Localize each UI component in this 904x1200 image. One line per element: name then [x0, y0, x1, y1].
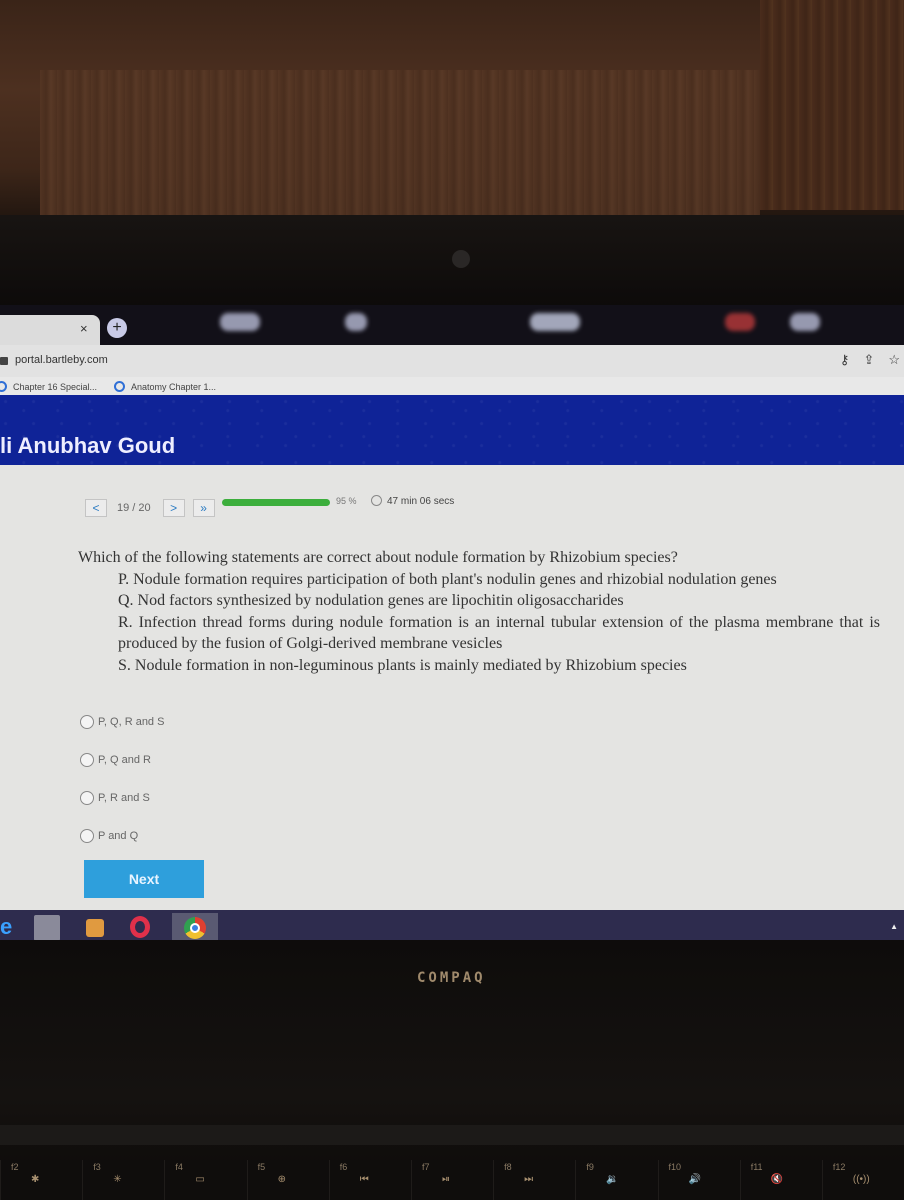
clock-icon: [371, 495, 382, 506]
option-label: P, Q, R and S: [98, 716, 165, 728]
web-icon: ⊕: [277, 1174, 286, 1185]
share-icon[interactable]: ⇪: [863, 352, 874, 368]
opera-icon[interactable]: [130, 916, 150, 938]
f11-key[interactable]: f11 🔇: [739, 1160, 822, 1200]
statement-q: Q. Nod factors synthesized by nodulation…: [118, 592, 624, 609]
function-key-row: f2 ✱ f3 ✳ f4 ▭ f5 ⊕ f6 ⏮ f7 ⏯ f8 ⏭ f9 🔉 f10 🔊 f11…: [0, 1160, 904, 1200]
f2-key[interactable]: f2 ✱: [0, 1160, 83, 1200]
option-item[interactable]: P, R and S: [80, 779, 164, 817]
f12-key[interactable]: f12 ((•)): [821, 1160, 904, 1200]
statement-s: S. Nodule formation in non-leguminous pl…: [118, 656, 687, 674]
f7-key[interactable]: f7 ⏯: [410, 1160, 494, 1200]
brand-logo: COMPAQ: [417, 970, 486, 986]
radio-button[interactable]: [80, 715, 94, 729]
progress-percent: 95 %: [336, 496, 357, 506]
option-label: P, R and S: [98, 792, 150, 804]
radio-button[interactable]: [80, 829, 94, 843]
last-question-button[interactable]: »: [192, 499, 215, 517]
volume-up-icon: 🔊: [688, 1174, 701, 1185]
mute-icon: 🔇: [770, 1174, 784, 1185]
user-name: li Anubhav Goud: [0, 433, 176, 458]
wireless-icon: ((•)): [852, 1174, 870, 1185]
f8-key[interactable]: f8 ⏭: [493, 1160, 576, 1200]
f5-key[interactable]: f5 ⊕: [246, 1160, 329, 1200]
quizlet-icon: [0, 381, 7, 392]
next-button[interactable]: Next: [84, 860, 204, 898]
option-label: P, Q and R: [98, 754, 151, 766]
f6-key[interactable]: f6 ⏮: [328, 1160, 411, 1200]
tab-strip: × +: [0, 305, 904, 345]
laptop-base: COMPAQ f2 ✱ f3 ✳ f4 ▭ f5 ⊕ f6 ⏮ f7 ⏯ f8 ⏭ f9 🔉 f…: [0, 940, 904, 1200]
keyboard-edge: [0, 1125, 904, 1145]
chrome-icon[interactable]: [172, 913, 218, 943]
timer: 47 min 06 secs: [387, 496, 455, 507]
f4-key[interactable]: f4 ▭: [164, 1160, 247, 1200]
bookmark-label: Chapter 16 Special...: [13, 381, 98, 392]
option-item[interactable]: P and Q: [80, 817, 164, 855]
tray-chevron-icon[interactable]: ▲: [890, 922, 898, 931]
f9-key[interactable]: f9 🔉: [575, 1160, 658, 1200]
brightness-down-icon: ✱: [31, 1174, 40, 1185]
display-switch-icon: ▭: [195, 1174, 205, 1185]
laptop-screen: × + portal.bartleby.com ⚷ ⇪ ☆ Chapter 16…: [0, 305, 904, 945]
play-pause-icon: ⏯: [441, 1174, 450, 1185]
new-tab-button[interactable]: +: [107, 318, 127, 338]
blurred-tab: [725, 313, 755, 331]
quiz-content: < 19 / 20 > » 95 % 47 min 06 secs Which …: [0, 465, 904, 910]
wood-panel: [40, 70, 760, 220]
chrome-logo-center: [190, 923, 200, 933]
webcam: [452, 250, 470, 268]
blurred-tab: [530, 313, 580, 331]
option-item[interactable]: P, Q, R and S: [80, 703, 164, 741]
radio-button[interactable]: [80, 791, 94, 805]
statement-p: P. Nodule formation requires participati…: [118, 570, 777, 588]
lock-icon: [0, 357, 8, 365]
ie-icon[interactable]: e: [0, 915, 12, 941]
next-track-icon: ⏭: [524, 1174, 534, 1185]
statement-r: R. Infection thread forms during nodule …: [118, 613, 880, 653]
url-text[interactable]: portal.bartleby.com: [15, 354, 108, 366]
address-bar[interactable]: portal.bartleby.com ⚷ ⇪ ☆: [0, 345, 904, 377]
blurred-tab: [790, 313, 820, 331]
star-icon[interactable]: ☆: [888, 352, 900, 368]
question-navigation: < 19 / 20 > »: [85, 499, 215, 517]
photo: × + portal.bartleby.com ⚷ ⇪ ☆ Chapter 16…: [0, 0, 904, 1200]
volume-down-icon: 🔉: [606, 1174, 619, 1185]
header-banner: li Anubhav Goud: [0, 395, 904, 465]
question-counter: 19 / 20: [117, 502, 151, 514]
next-question-button[interactable]: >: [162, 499, 185, 517]
tab-close-icon[interactable]: ×: [80, 321, 88, 336]
previous-track-icon: ⏮: [359, 1174, 369, 1185]
media-player-icon[interactable]: [86, 919, 104, 937]
background-wall: [0, 0, 904, 225]
option-item[interactable]: P, Q and R: [80, 741, 164, 779]
question-text: Which of the following statements are co…: [78, 549, 678, 566]
option-label: P and Q: [98, 830, 139, 842]
progress-bar: [222, 499, 331, 506]
radio-button[interactable]: [80, 753, 94, 767]
file-explorer-icon[interactable]: [34, 915, 60, 941]
previous-question-button[interactable]: <: [85, 499, 107, 517]
brightness-up-icon: ✳: [113, 1174, 122, 1185]
bookmark-item[interactable]: Chapter 16 Special...: [0, 381, 97, 392]
blurred-tab: [220, 313, 260, 331]
bookmark-label: Anatomy Chapter 1...: [131, 381, 217, 392]
laptop-bezel: [0, 215, 904, 315]
f10-key[interactable]: f10 🔊: [657, 1160, 740, 1200]
wood-panel-right: [760, 0, 904, 210]
key-icon[interactable]: ⚷: [840, 352, 850, 368]
answer-options: P, Q, R and S P, Q and R P, R and S P an…: [80, 703, 164, 855]
quizlet-icon: [114, 381, 125, 392]
question-block: Which of the following statements are co…: [78, 547, 898, 676]
address-bar-actions: ⚷ ⇪ ☆: [840, 352, 900, 368]
blurred-tab: [345, 313, 367, 331]
bookmark-item[interactable]: Anatomy Chapter 1...: [114, 381, 216, 392]
f3-key[interactable]: f3 ✳: [82, 1160, 165, 1200]
